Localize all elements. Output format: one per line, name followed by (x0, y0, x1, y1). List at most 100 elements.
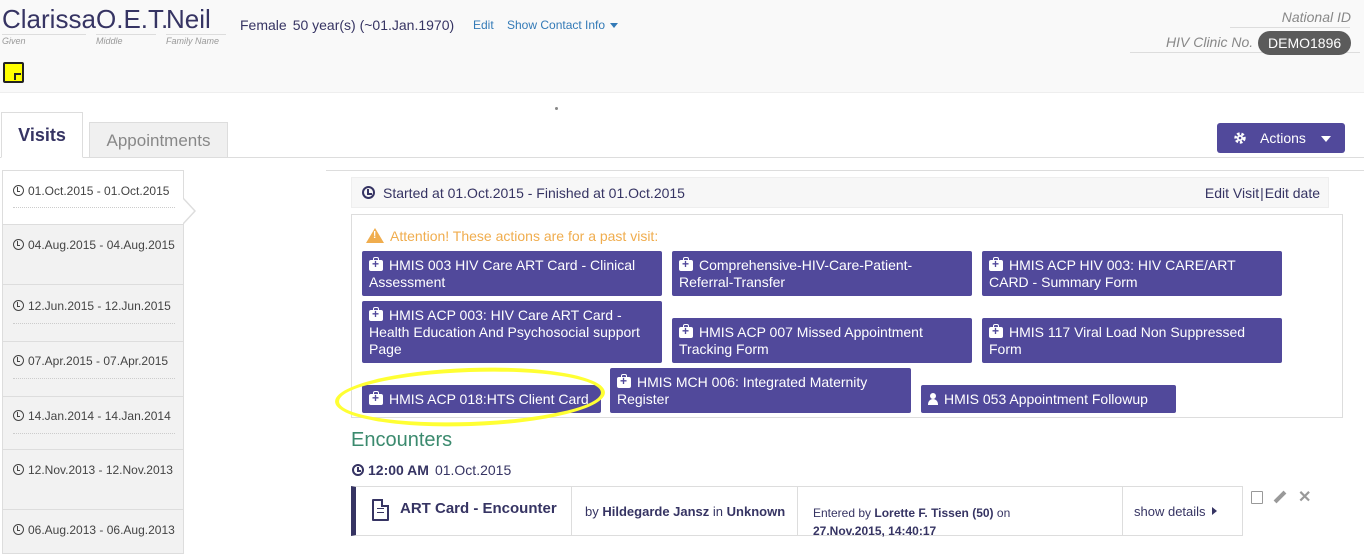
patient-given-name: Clarissa (2, 4, 96, 34)
medkit-icon (679, 324, 693, 338)
encounter-provider: by Hildegarde Jansz in Unknown (585, 504, 786, 519)
gear-icon (1234, 132, 1246, 144)
attention-text: Attention! These actions are for a past … (390, 228, 659, 244)
clock-icon (13, 464, 24, 475)
visit-item-06-aug-2013[interactable]: 06.Aug.2013 - 06.Aug.2013 (3, 510, 183, 553)
close-icon[interactable]: ✕ (1298, 490, 1311, 506)
clock-icon (362, 186, 375, 199)
visit-range: 06.Aug.2013 - 06.Aug.2013 (28, 523, 175, 537)
visit-item-12-jun-2015[interactable]: 12.Jun.2015 - 12.Jun.2015 (3, 285, 183, 342)
encounter-entered-by: Entered by Lorette F. Tissen (50) on 27.N… (813, 506, 1011, 538)
form-button-viral-load[interactable]: HMIS 117 Viral Load Non Suppressed Form (982, 318, 1282, 363)
form-button-label: HMIS 117 Viral Load Non Suppressed Form (989, 324, 1246, 357)
visit-summary-bar: Started at 01.Oct.2015 - Finished at 01.… (351, 177, 1329, 208)
show-details-link[interactable]: show details (1123, 487, 1243, 535)
patient-gender: Female (240, 17, 287, 33)
patient-age: 50 year(s) (~01.Jan.1970) (292, 17, 455, 33)
form-button-label: HMIS 003 HIV Care ART Card - Clinical As… (369, 257, 636, 290)
visit-started-text: Started at 01.Oct.2015 - Finished at 01.… (383, 185, 685, 201)
form-button-appointment-followup[interactable]: HMIS 053 Appointment Followup (921, 385, 1176, 413)
medkit-icon (369, 257, 383, 271)
actions-dropdown-button[interactable]: Actions (1217, 123, 1345, 153)
warning-icon (366, 228, 384, 243)
national-id-label: National ID (1281, 9, 1351, 25)
medkit-icon (989, 324, 1003, 338)
national-id-underline (1230, 27, 1350, 28)
middle-label: Middle (96, 34, 156, 46)
visit-range: 14.Jan.2014 - 14.Jan.2014 (28, 409, 171, 423)
show-contact-info-label: Show Contact Info (507, 18, 606, 32)
view-document-icon[interactable] (1251, 491, 1263, 504)
provider-name: Hildegarde Jansz (602, 504, 710, 519)
visit-item-12-nov-2013[interactable]: 12.Nov.2013 - 12.Nov.2013 (3, 450, 183, 510)
patient-demographics: Female 50 year(s) (~01.Jan.1970) (240, 17, 454, 33)
show-contact-info-link[interactable]: Show Contact Info (507, 18, 619, 32)
clock-icon (352, 464, 364, 476)
form-button-label: HMIS ACP 007 Missed Appointment Tracking… (679, 324, 923, 357)
pencil-icon[interactable] (1273, 491, 1285, 504)
form-button-label: HMIS ACP HIV 003: HIV CARE/ART CARD - Su… (989, 257, 1236, 290)
visit-item-04-aug-2015[interactable]: 04.Aug.2015 - 04.Aug.2015 (3, 225, 183, 285)
clock-icon (13, 185, 24, 196)
clock-icon (13, 524, 24, 535)
tab-visits[interactable]: Visits (1, 112, 83, 158)
encounter-row: ART Card - Encounter by Hildegarde Jansz… (351, 486, 1243, 538)
main-panel-divider (326, 170, 1364, 171)
encounter-time: 12:00 AM (368, 462, 429, 478)
visit-edit-links: Edit Visit|Edit date (1205, 185, 1320, 201)
clock-icon (13, 355, 24, 366)
edit-patient-link[interactable]: Edit (473, 18, 494, 32)
clock-icon (13, 239, 24, 250)
link-separator: | (1260, 185, 1264, 201)
patient-middle-name: O.E.T. (96, 4, 169, 34)
clock-icon (13, 410, 24, 421)
form-button-label: HMIS ACP 003: HIV Care ART Card - Health… (369, 307, 640, 357)
patient-header: Clarissa O.E.T. Neil Given Middle Family… (0, 0, 1364, 93)
visit-item-14-jan-2014[interactable]: 14.Jan.2014 - 14.Jan.2014 (3, 397, 183, 450)
medkit-icon (617, 374, 631, 388)
entered-by-name: Lorette F. Tissen (50) (874, 506, 994, 520)
form-button-label: Comprehensive-HIV-Care-Patient-Referral-… (679, 257, 913, 290)
show-details-label: show details (1134, 504, 1206, 519)
form-button-label: HMIS MCH 006: Integrated Maternity Regis… (617, 374, 868, 407)
encounter-timestamp: 12:00 AM 01.Oct.2015 (352, 462, 511, 478)
active-visit-arrow-fill (182, 198, 194, 224)
visit-item-01-oct-2015[interactable]: 01.Oct.2015 - 01.Oct.2015 (3, 171, 183, 225)
user-icon (928, 393, 938, 405)
edit-visit-link[interactable]: Edit Visit (1205, 185, 1259, 201)
encounter-location: Unknown (726, 504, 786, 519)
form-button-health-education[interactable]: HMIS ACP 003: HIV Care ART Card - Health… (362, 301, 662, 363)
patient-family-name: Neil (166, 4, 211, 34)
visit-range: 12.Jun.2015 - 12.Jun.2015 (28, 299, 171, 313)
visit-list: 01.Oct.2015 - 01.Oct.2015 04.Aug.2015 - … (2, 170, 184, 554)
divider-dot (555, 107, 558, 110)
form-button-referral-transfer[interactable]: Comprehensive-HIV-Care-Patient-Referral-… (672, 251, 972, 296)
actions-label: Actions (1260, 130, 1306, 146)
form-button-summary-form[interactable]: HMIS ACP HIV 003: HIV CARE/ART CARD - Su… (982, 251, 1282, 296)
encounters-heading: Encounters (351, 429, 453, 451)
document-icon (372, 499, 389, 521)
sticky-note-icon[interactable] (3, 62, 24, 83)
clock-icon (13, 300, 24, 311)
visit-item-07-apr-2015[interactable]: 07.Apr.2015 - 07.Apr.2015 (3, 342, 183, 397)
family-name-label: Family Name (166, 34, 226, 46)
edit-date-link[interactable]: Edit date (1265, 185, 1320, 201)
visit-range: 01.Oct.2015 - 01.Oct.2015 (28, 184, 170, 198)
medkit-icon (369, 307, 383, 321)
form-button-maternity-register[interactable]: HMIS MCH 006: Integrated Maternity Regis… (610, 368, 911, 413)
encounter-date: 01.Oct.2015 (434, 462, 512, 478)
hiv-clinic-label: HIV Clinic No. (1166, 34, 1254, 50)
attention-message: Attention! These actions are for a past … (366, 228, 658, 244)
form-button-label: HMIS 053 Appointment Followup (944, 391, 1148, 407)
caret-down-icon (610, 23, 619, 29)
entered-on-date: 27.Nov.2015, 14:40:17 (813, 524, 937, 538)
form-button-missed-appointment[interactable]: HMIS ACP 007 Missed Appointment Tracking… (672, 318, 972, 363)
tab-appointments[interactable]: Appointments (89, 122, 228, 158)
visit-range: 04.Aug.2015 - 04.Aug.2015 (28, 238, 175, 252)
hiv-clinic-number-badge: DEMO1896 (1258, 31, 1352, 55)
caret-right-icon (1211, 507, 1217, 515)
visit-range: 12.Nov.2013 - 12.Nov.2013 (28, 463, 173, 477)
form-button-hmis-003-clinical-assessment[interactable]: HMIS 003 HIV Care ART Card - Clinical As… (362, 251, 662, 296)
medkit-icon (679, 257, 693, 271)
caret-down-icon (1321, 136, 1331, 142)
